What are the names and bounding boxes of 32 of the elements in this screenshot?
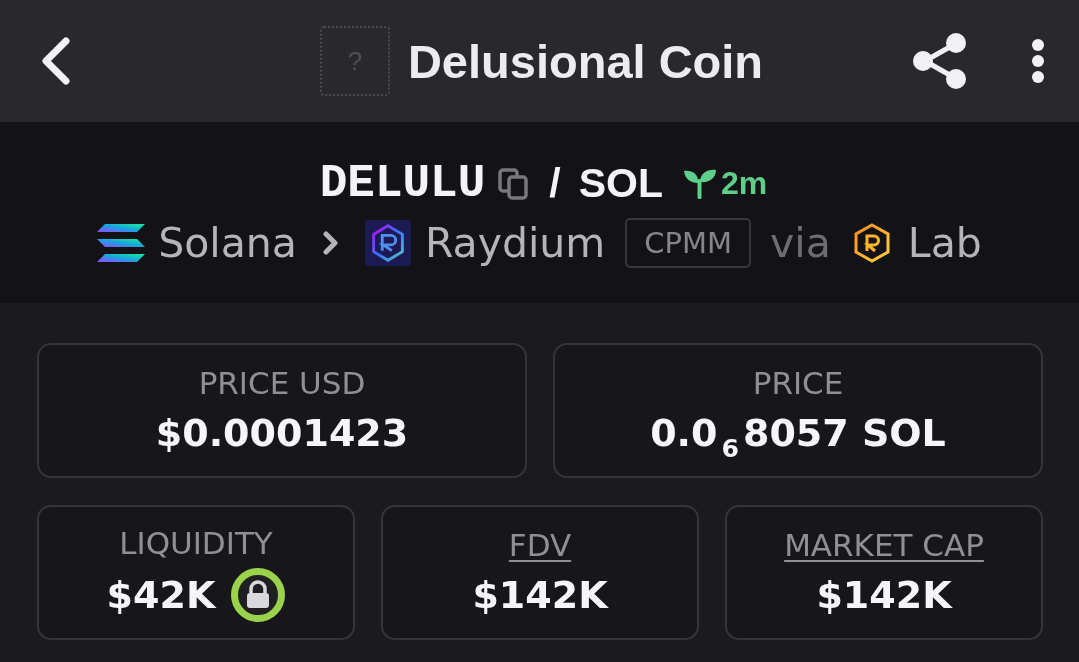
copy-icon bbox=[497, 166, 530, 201]
chain-logo-icon bbox=[97, 223, 146, 262]
pair-separator: / bbox=[549, 160, 561, 207]
pool-type-badge: CPMM bbox=[625, 217, 752, 268]
stat-value: 0.0$_{6}$8057 SOL bbox=[650, 409, 946, 458]
base-token-symbol: DELULU bbox=[319, 157, 486, 210]
question-mark: ? bbox=[347, 45, 363, 77]
dex-name: Raydium bbox=[424, 218, 606, 267]
copy-button[interactable] bbox=[497, 166, 530, 201]
pair-age: 2m bbox=[721, 165, 768, 202]
stat-label: PRICE bbox=[752, 363, 844, 402]
seedling-icon bbox=[683, 168, 718, 199]
chevron-right-icon bbox=[321, 230, 340, 255]
more-button[interactable] bbox=[1031, 38, 1045, 84]
stat-value: $0.0001423 bbox=[155, 409, 409, 457]
launchpad-name: Lab bbox=[907, 218, 982, 267]
stat-link[interactable]: MARKET CAP bbox=[784, 525, 984, 564]
stat-value: $142K bbox=[472, 571, 608, 619]
dex-logo-icon bbox=[364, 219, 411, 266]
stat-label: LIQUIDITY bbox=[119, 523, 273, 562]
quote-token-symbol: SOL bbox=[578, 160, 664, 207]
more-icon bbox=[1031, 38, 1045, 84]
share-icon bbox=[913, 32, 967, 90]
page-title: Delusional Coin bbox=[407, 33, 764, 89]
stat-value: $42K bbox=[106, 571, 216, 619]
launchpad-logo-icon bbox=[852, 222, 891, 263]
stat-label: PRICE USD bbox=[198, 363, 366, 402]
stat-value: $142K bbox=[816, 571, 952, 619]
chain-name: Solana bbox=[158, 218, 297, 267]
via-label: via bbox=[770, 218, 831, 267]
share-button[interactable] bbox=[913, 32, 967, 90]
stat-link[interactable]: FDV bbox=[508, 525, 572, 564]
